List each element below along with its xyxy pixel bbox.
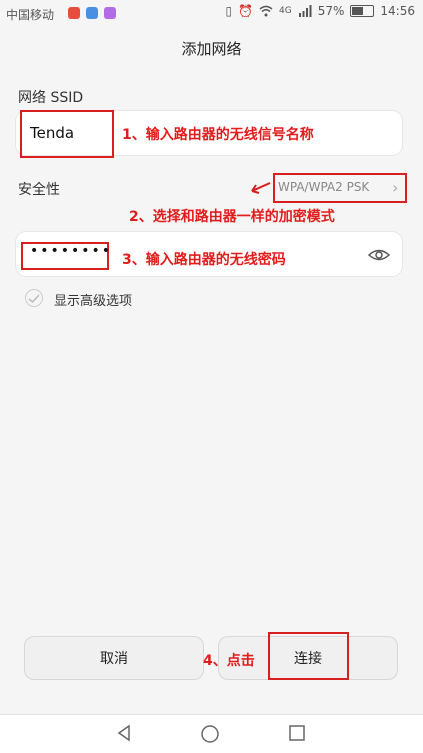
annotation-security: 2、选择和路由器一样的加密模式 (129, 209, 335, 225)
ssid-label: 网络 SSID (18, 90, 84, 106)
battery-icon (350, 5, 375, 17)
notification-icon-3 (104, 7, 116, 19)
advanced-options-label: 显示高级选项 (54, 294, 133, 309)
notification-icon-2 (86, 7, 98, 19)
wifi-icon (259, 5, 273, 17)
security-label: 安全性 (18, 182, 60, 198)
annotation-connect: 4、点击 (203, 653, 255, 669)
vibrate-icon: ▯ (225, 4, 233, 18)
battery-percent: 57% (317, 4, 345, 18)
chevron-right-icon: › (392, 178, 399, 197)
security-value: WPA/WPA2 PSK (278, 180, 370, 194)
checkmark-icon (28, 294, 40, 304)
annotation-password: 3、输入路由器的无线密码 (122, 252, 286, 268)
status-bar: 中国移动 ▯ ⏰ 4G 57% 14:56 (0, 0, 423, 28)
status-right: ▯ ⏰ 4G 57% 14:56 (225, 4, 415, 18)
back-icon[interactable] (114, 723, 134, 743)
ssid-value: Tenda (30, 124, 75, 142)
clock: 14:56 (380, 4, 415, 18)
recents-icon[interactable] (287, 723, 307, 743)
alarm-icon: ⏰ (238, 4, 254, 18)
carrier-label: 中国移动 (6, 8, 55, 22)
home-icon[interactable] (199, 723, 221, 745)
password-dots: •••••••• (30, 243, 113, 259)
eye-icon[interactable] (368, 246, 390, 264)
signal-icon (298, 5, 312, 17)
connect-highlight-box (268, 632, 349, 680)
cancel-button[interactable]: 取消 (24, 636, 204, 680)
network-type-label: 4G (279, 6, 292, 16)
page-title: 添加网络 (181, 40, 242, 58)
annotation-ssid: 1、输入路由器的无线信号名称 (122, 127, 314, 143)
arrow-icon (251, 182, 271, 194)
navigation-bar (0, 714, 423, 753)
notification-icon-1 (68, 7, 80, 19)
